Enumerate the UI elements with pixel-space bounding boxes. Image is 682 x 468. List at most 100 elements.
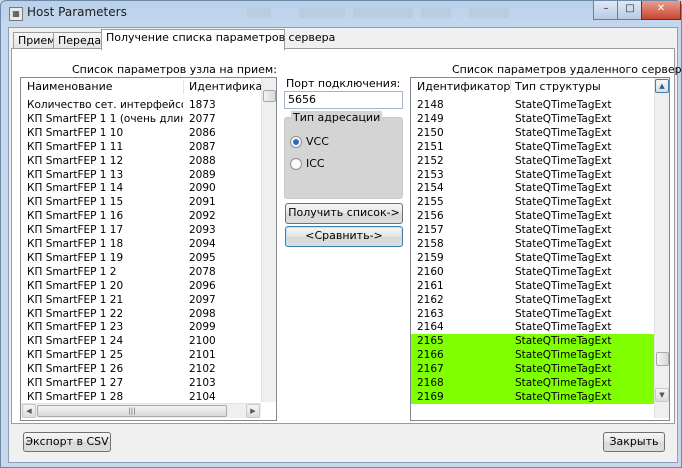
table-row[interactable]: 2155 StateQTimeTagExt [411, 195, 654, 209]
table-row[interactable]: КП SmartFEP 1 24 2100 [21, 334, 261, 348]
tab-priem[interactable]: Прием [13, 32, 55, 49]
table-row[interactable]: КП SmartFEP 1 17 2093 [21, 223, 261, 237]
table-row[interactable]: КП SmartFEP 1 21 2097 [21, 293, 261, 307]
left-list-caption: Список параметров узла на прием: [72, 63, 277, 76]
tab-server-params[interactable]: Получение списка параметров сервера [101, 29, 335, 50]
table-row[interactable]: КП SmartFEP 1 13 2089 [21, 168, 261, 182]
compare-button[interactable]: <Сравнить-> [285, 226, 403, 247]
table-row[interactable]: 2157 StateQTimeTagExt [411, 223, 654, 237]
scrollbar-thumb[interactable] [263, 90, 276, 102]
vertical-scrollbar[interactable]: ▲ ▼ [654, 78, 669, 418]
table-row[interactable]: 2161 StateQTimeTagExt [411, 279, 654, 293]
close-window-button[interactable]: ✕ [641, 1, 681, 20]
vertical-scrollbar[interactable] [261, 78, 276, 402]
table-row[interactable]: КП SmartFEP 1 12 2088 [21, 154, 261, 168]
radio-icc[interactable] [290, 158, 302, 170]
param-id-cell: 2091 [189, 196, 216, 209]
table-row-highlighted[interactable]: 2166 StateQTimeTagExt [411, 348, 654, 363]
table-row[interactable]: КП SmartFEP 1 28 2104 [21, 390, 261, 404]
table-row[interactable]: 2156 StateQTimeTagExt [411, 209, 654, 223]
param-id-cell: 2093 [189, 224, 216, 237]
local-params-grid[interactable]: Наименование Идентификатор Количество се… [20, 77, 277, 421]
column-divider[interactable] [183, 80, 184, 94]
radio-icc-label[interactable]: ICC [306, 157, 325, 170]
close-button[interactable]: Закрыть [603, 432, 665, 452]
param-name-cell: КП SmartFEP 1 13 [27, 168, 124, 181]
table-row[interactable]: КП SmartFEP 1 15 2091 [21, 195, 261, 209]
param-id-cell: 2104 [189, 390, 216, 403]
blurred-title-fragment [299, 8, 345, 18]
param-id-cell: 2087 [189, 140, 216, 153]
remote-id-cell: 2156 [417, 210, 444, 223]
table-row[interactable]: Количество сет. интерфейсов Узел... 1873 [21, 98, 261, 112]
table-row[interactable]: 2162 StateQTimeTagExt [411, 293, 654, 307]
remote-id-cell: 2151 [417, 140, 444, 153]
table-row-highlighted[interactable]: 2169 StateQTimeTagExt [411, 389, 654, 404]
scrollbar-thumb[interactable]: ||| [37, 405, 227, 417]
param-name-cell: КП SmartFEP 1 15 [27, 196, 124, 209]
table-row[interactable]: КП SmartFEP 1 14 2090 [21, 181, 261, 195]
remote-id-cell: 2169 [417, 390, 444, 403]
host-parameters-window: ▦ Host Parameters – □ ✕ Прием Передача П… [0, 0, 682, 468]
port-input[interactable]: 5656 [284, 91, 403, 109]
table-row[interactable]: КП SmartFEP 1 27 2103 [21, 376, 261, 390]
scroll-down-button[interactable]: ▼ [655, 388, 669, 402]
table-row[interactable]: 2163 StateQTimeTagExt [411, 307, 654, 321]
column-divider[interactable] [510, 80, 511, 94]
param-id-cell: 2092 [189, 210, 216, 223]
table-row[interactable]: 2159 StateQTimeTagExt [411, 251, 654, 265]
remote-id-cell: 2167 [417, 363, 444, 376]
struct-type-cell: StateQTimeTagExt [515, 363, 612, 376]
radio-vcc[interactable] [290, 136, 302, 148]
table-row[interactable]: 2150 StateQTimeTagExt [411, 126, 654, 140]
remote-id-cell: 2159 [417, 251, 444, 264]
table-row[interactable]: КП SmartFEP 1 11 2087 [21, 140, 261, 154]
table-row[interactable]: КП SmartFEP 1 16 2092 [21, 209, 261, 223]
table-row[interactable]: 2158 StateQTimeTagExt [411, 237, 654, 251]
scroll-up-button[interactable]: ▲ [655, 79, 669, 93]
remote-params-grid[interactable]: Идентификатор Тип структуры 2148 StateQTi… [410, 77, 670, 421]
table-row[interactable]: КП SmartFEP 1 2 2078 [21, 265, 261, 279]
title-bar[interactable]: ▦ Host Parameters – □ ✕ [1, 1, 681, 25]
horizontal-scrollbar[interactable]: ◀ ||| ▶ [21, 403, 261, 418]
radio-vcc-label[interactable]: VCC [306, 135, 329, 148]
table-row[interactable]: 2148 StateQTimeTagExt [411, 98, 654, 112]
table-row-highlighted[interactable]: 2168 StateQTimeTagExt [411, 376, 654, 390]
table-row[interactable]: КП SmartFEP 1 18 2094 [21, 237, 261, 251]
table-row[interactable]: 2160 StateQTimeTagExt [411, 265, 654, 279]
table-row[interactable]: КП SmartFEP 1 19 2095 [21, 251, 261, 265]
table-row[interactable]: КП SmartFEP 1 1 (очень длинное на... 2077 [21, 112, 261, 126]
remote-id-cell: 2158 [417, 238, 444, 250]
scrollbar-thumb[interactable] [656, 352, 669, 366]
param-id-cell: 2103 [189, 377, 216, 389]
maximize-button[interactable]: □ [617, 1, 643, 20]
remote-id-cell: 2155 [417, 196, 444, 209]
column-header-name[interactable]: Наименование [27, 80, 112, 93]
param-name-cell: КП SmartFEP 1 10 [27, 126, 124, 139]
struct-type-cell: StateQTimeTagExt [515, 112, 612, 125]
export-csv-button[interactable]: Экспорт в CSV [23, 432, 111, 452]
param-id-cell: 1873 [189, 99, 216, 111]
table-row[interactable]: КП SmartFEP 1 26 2102 [21, 362, 261, 376]
table-row-highlighted[interactable]: 2167 StateQTimeTagExt [411, 362, 654, 377]
table-row[interactable]: 2164 StateQTimeTagExt [411, 320, 654, 334]
get-list-button[interactable]: Получить список-> [285, 203, 403, 224]
table-row[interactable]: КП SmartFEP 1 22 2098 [21, 307, 261, 321]
table-row[interactable]: 2149 StateQTimeTagExt [411, 112, 654, 126]
table-row[interactable]: 2151 StateQTimeTagExt [411, 140, 654, 154]
column-header-id[interactable]: Идентификатор [417, 80, 510, 93]
table-row[interactable]: 2153 StateQTimeTagExt [411, 168, 654, 182]
table-row[interactable]: КП SmartFEP 1 10 2086 [21, 126, 261, 140]
tab-panel: Список параметров узла на прием: Наимено… [11, 48, 682, 424]
table-row[interactable]: КП SmartFEP 1 20 2096 [21, 279, 261, 293]
table-row[interactable]: 2152 StateQTimeTagExt [411, 154, 654, 168]
scroll-left-button[interactable]: ◀ [22, 404, 36, 418]
scroll-right-button[interactable]: ▶ [246, 404, 260, 418]
column-header-type[interactable]: Тип структуры [515, 80, 601, 93]
param-id-cell: 2095 [189, 251, 216, 264]
table-row[interactable]: 2154 StateQTimeTagExt [411, 181, 654, 195]
table-row[interactable]: КП SmartFEP 1 25 2101 [21, 348, 261, 362]
minimize-button[interactable]: – [593, 1, 619, 20]
table-row[interactable]: КП SmartFEP 1 23 2099 [21, 320, 261, 334]
table-row-highlighted[interactable]: 2165 StateQTimeTagExt [411, 334, 654, 349]
